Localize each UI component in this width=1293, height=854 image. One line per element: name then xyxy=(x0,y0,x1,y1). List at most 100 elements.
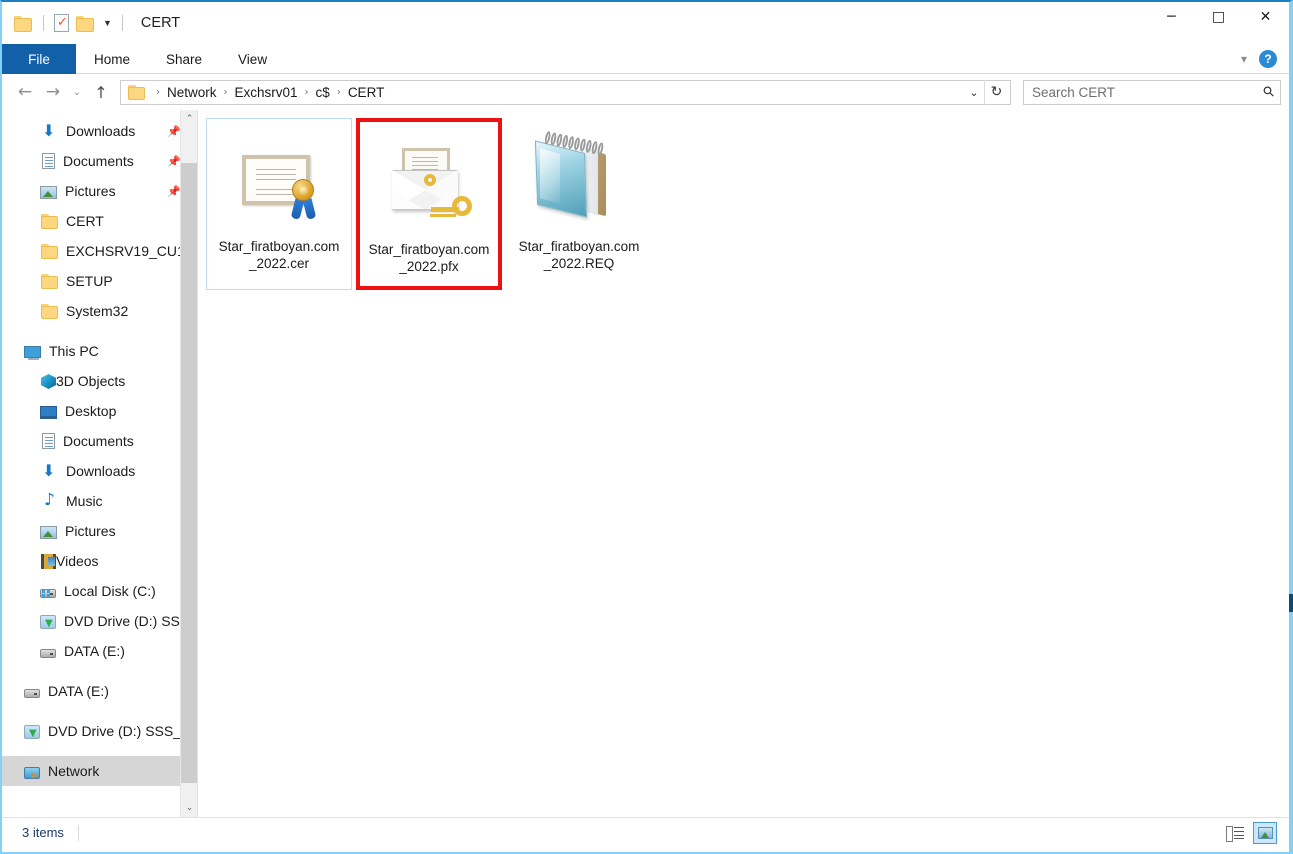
status-divider xyxy=(77,824,79,841)
sidebar-item-music[interactable]: Music xyxy=(2,486,197,516)
folder-icon xyxy=(40,302,58,320)
sidebar-item-data-e[interactable]: DATA (E:) xyxy=(2,636,197,666)
sidebar-item-label: SETUP xyxy=(66,273,113,289)
properties-icon[interactable]: ✓ xyxy=(54,14,69,32)
pin-icon[interactable]: 📌 xyxy=(167,155,181,168)
ribbon-right-controls: ▾ ? xyxy=(1241,44,1283,74)
sidebar-item-pictures[interactable]: Pictures 📌 xyxy=(2,176,197,206)
sidebar-item-system32[interactable]: System32 xyxy=(2,296,197,326)
sidebar-item-3d-objects[interactable]: 3D Objects xyxy=(2,366,197,396)
tab-share[interactable]: Share xyxy=(148,44,220,74)
tab-home[interactable]: Home xyxy=(76,44,148,74)
file-name-label: Star_firatboyan.com_2022.cer xyxy=(218,239,340,271)
sidebar-item-pictures[interactable]: Pictures xyxy=(2,516,197,546)
chevron-down-icon[interactable]: ⌄ xyxy=(964,86,984,99)
file-item[interactable]: Star_firatboyan.com_2022.REQ xyxy=(506,118,652,290)
tab-view[interactable]: View xyxy=(220,44,285,74)
search-box[interactable]: ⚲ xyxy=(1023,79,1281,105)
folder-icon xyxy=(40,242,58,260)
quick-access-toolbar: ✓ ▼ CERT xyxy=(14,14,180,32)
scrollbar-thumb[interactable] xyxy=(181,163,197,783)
file-item[interactable]: Star_firatboyan.com_2022.pfx xyxy=(356,118,502,290)
help-icon[interactable]: ? xyxy=(1259,50,1277,68)
sidebar-item-label: DVD Drive (D:) SSS_ xyxy=(64,613,197,629)
pin-icon[interactable]: 📌 xyxy=(167,125,181,138)
maximize-button[interactable]: □ xyxy=(1195,2,1242,32)
navigation-pane: Downloads 📌 Documents 📌 Pictures 📌 CERT EXCHSRV… xyxy=(2,110,197,817)
sidebar-item-label: DATA (E:) xyxy=(64,643,125,659)
sidebar-item-label: CERT xyxy=(66,213,104,229)
chevron-down-icon[interactable]: ▼ xyxy=(103,18,112,28)
large-icons-view-button[interactable] xyxy=(1253,821,1277,844)
sidebar-item-label: This PC xyxy=(49,343,99,359)
nav-group-spacer xyxy=(2,706,197,716)
recent-locations-button[interactable]: ⌄ xyxy=(68,79,86,105)
sidebar-item-dvd-drive-d-sss-x[interactable]: DVD Drive (D:) SSS_X xyxy=(2,716,197,746)
status-bar: 3 items xyxy=(2,817,1289,847)
document-icon xyxy=(42,433,55,449)
search-input[interactable] xyxy=(1032,84,1264,100)
file-item[interactable]: Star_firatboyan.com_2022.cer xyxy=(206,118,352,290)
breadcrumb-separator-2: › xyxy=(304,86,309,98)
sidebar-item-desktop[interactable]: Desktop xyxy=(2,396,197,426)
minimize-button[interactable]: ─ xyxy=(1148,2,1195,32)
file-list-pane[interactable]: Star_firatboyan.com_2022.cer Star_firatbo… xyxy=(198,110,1293,817)
sidebar-item-downloads[interactable]: Downloads 📌 xyxy=(2,116,197,146)
toolbar-divider-2 xyxy=(121,15,123,31)
sidebar-item-documents[interactable]: Documents 📌 xyxy=(2,146,197,176)
up-button[interactable]: ↑ xyxy=(88,79,114,105)
new-folder-icon[interactable] xyxy=(76,15,95,32)
folder-icon xyxy=(40,272,58,290)
sidebar-item-label: Pictures xyxy=(65,523,116,539)
sidebar-item-dvd-drive-d-sss[interactable]: DVD Drive (D:) SSS_ xyxy=(2,606,197,636)
window-controls: ─ □ ✕ xyxy=(1148,2,1289,32)
computer-icon xyxy=(24,346,41,360)
forward-button[interactable]: → xyxy=(40,79,66,105)
file-icon-container xyxy=(524,125,634,235)
sidebar-item-network[interactable]: Network xyxy=(2,756,197,786)
window-edge-marker xyxy=(1289,594,1293,612)
sidebar-item-this-pc[interactable]: This PC xyxy=(2,336,197,366)
sidebar-item-data-e[interactable]: DATA (E:) xyxy=(2,676,197,706)
network-icon xyxy=(24,766,40,782)
sidebar-item-local-disk-c[interactable]: Local Disk (C:) xyxy=(2,576,197,606)
sidebar-item-setup[interactable]: SETUP xyxy=(2,266,197,296)
sidebar-item-label: Network xyxy=(48,763,100,779)
back-button[interactable]: ← xyxy=(12,79,38,105)
scroll-down-button[interactable]: ⌄ xyxy=(181,799,197,817)
nav-group-spacer xyxy=(2,326,197,336)
close-button[interactable]: ✕ xyxy=(1242,2,1289,32)
sidebar-item-documents[interactable]: Documents xyxy=(2,426,197,456)
sidebar-item-cert[interactable]: CERT xyxy=(2,206,197,236)
breadcrumb-exchsrv01[interactable]: Exchsrv01 xyxy=(231,83,302,102)
picture-icon xyxy=(40,185,57,199)
sidebar-item-videos[interactable]: Videos xyxy=(2,546,197,576)
sidebar-scrollbar[interactable]: ⌃ ⌄ xyxy=(180,110,197,817)
scroll-up-button[interactable]: ⌃ xyxy=(181,110,197,128)
breadcrumb-network[interactable]: Network xyxy=(163,83,221,102)
details-view-button[interactable] xyxy=(1223,822,1247,844)
tab-file[interactable]: File xyxy=(2,44,76,74)
breadcrumb[interactable]: › Network › Exchsrv01 › c$ › CERT ⌄ ↻ xyxy=(120,79,1011,105)
folder-icon[interactable] xyxy=(14,15,33,32)
pin-icon[interactable]: 📌 xyxy=(167,185,181,198)
sidebar-item-label: EXCHSRV19_CU11 xyxy=(66,243,192,259)
sidebar-item-label: Videos xyxy=(56,553,99,569)
nav-group-spacer xyxy=(2,666,197,676)
refresh-button[interactable]: ↻ xyxy=(984,79,1008,105)
sidebar-item-label: DVD Drive (D:) SSS_X xyxy=(48,723,191,739)
file-name-label: Star_firatboyan.com_2022.REQ xyxy=(518,239,640,271)
chevron-down-icon[interactable]: ▾ xyxy=(1241,52,1247,66)
breadcrumb-cdollar[interactable]: c$ xyxy=(312,83,334,102)
sidebar-item-downloads[interactable]: Downloads xyxy=(2,456,197,486)
dvd-drive-icon xyxy=(24,725,40,739)
sidebar-item-label: Local Disk (C:) xyxy=(64,583,156,599)
local-disk-icon xyxy=(40,589,56,598)
breadcrumb-cert[interactable]: CERT xyxy=(344,83,389,102)
explorer-window: ✓ ▼ CERT ─ □ ✕ File Home Share View ▾ ? … xyxy=(0,0,1293,854)
drive-icon xyxy=(40,649,56,658)
sidebar-item-label: Downloads xyxy=(66,463,136,479)
sidebar-item-exchsrv19-cu11[interactable]: EXCHSRV19_CU11 xyxy=(2,236,197,266)
file-icon-container xyxy=(224,125,334,235)
file-name-label: Star_firatboyan.com_2022.pfx xyxy=(368,242,490,274)
